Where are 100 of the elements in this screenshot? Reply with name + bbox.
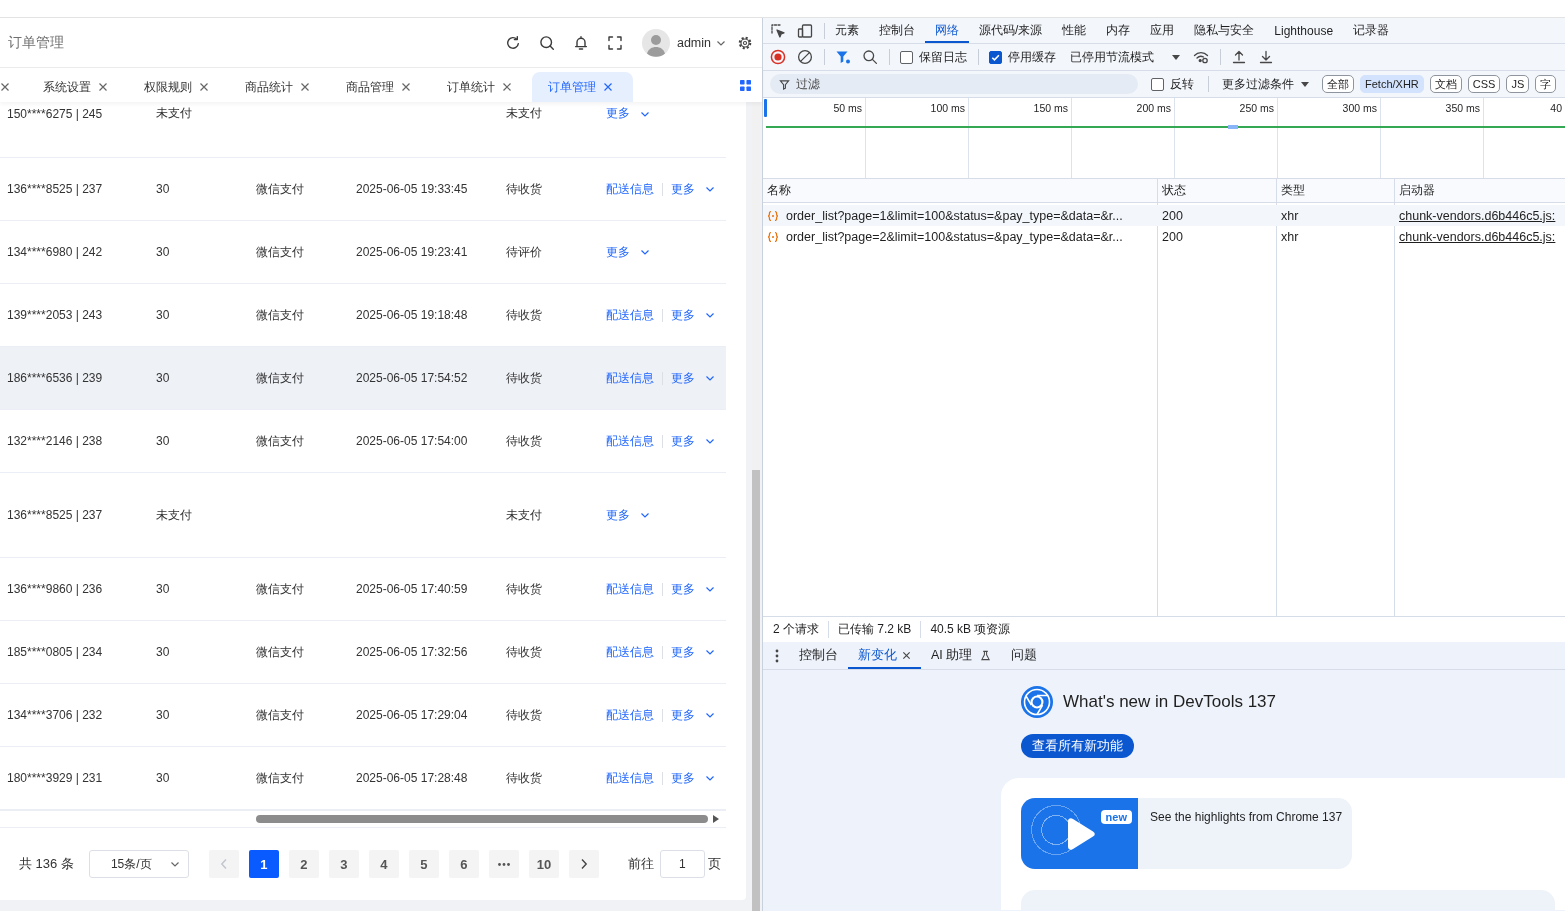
delivery-info-link[interactable]: 配送信息 — [606, 369, 654, 387]
panel-tab[interactable]: 记录器 — [1343, 18, 1400, 43]
video-item[interactable]: new See the highlights from Chrome 137 — [1021, 798, 1352, 869]
avatar-icon[interactable] — [641, 28, 670, 57]
type-filter-chip[interactable]: CSS — [1467, 75, 1501, 93]
panel-tab[interactable]: 源代码/来源 — [969, 18, 1053, 43]
upload-icon[interactable] — [1231, 49, 1247, 65]
initiator-link[interactable]: chunk-vendors.d6b446c5.js: — [1399, 229, 1556, 244]
request-row[interactable]: order_list?page=1&limit=100&status=&pay_type=&data=&r... 200 xhr chunk-vendors.d6b446c5.js: — [763, 205, 1565, 226]
page-button[interactable]: 2 — [288, 850, 319, 878]
filter-input[interactable]: 过滤 — [770, 74, 1138, 94]
more-dropdown[interactable]: 更多 — [606, 506, 650, 524]
page-tab[interactable]: 订单管理 — [532, 72, 633, 102]
close-icon[interactable] — [401, 82, 411, 92]
page-tab[interactable]: 商品管理 — [330, 72, 431, 102]
page-tab[interactable]: 订单统计 — [431, 72, 532, 102]
close-icon[interactable] — [0, 82, 10, 92]
more-filters-dropdown[interactable]: 更多过滤条件 — [1222, 75, 1309, 93]
page-button[interactable]: 4 — [368, 850, 399, 878]
delivery-info-link[interactable]: 配送信息 — [606, 643, 654, 661]
delivery-info-link[interactable]: 配送信息 — [606, 580, 654, 598]
refresh-icon[interactable] — [504, 34, 521, 51]
drawer-tab[interactable]: 问题 — [1001, 642, 1048, 669]
panel-tab[interactable]: 内存 — [1096, 18, 1141, 43]
scrollbar-thumb[interactable] — [752, 470, 760, 911]
drawer-tab[interactable]: 控制台 — [789, 642, 848, 669]
type-filter-chip[interactable]: Fetch/XHR — [1360, 75, 1424, 93]
wifi-settings-icon[interactable] — [1193, 49, 1209, 65]
next-page-button[interactable] — [568, 850, 599, 878]
page-tab[interactable]: 系统设置 — [27, 72, 128, 102]
search-icon[interactable] — [862, 49, 878, 65]
block-icon[interactable] — [797, 49, 813, 65]
more-dropdown[interactable]: 更多 — [671, 769, 715, 787]
checkbox[interactable] — [1151, 77, 1164, 91]
request-row[interactable]: order_list?page=2&limit=100&status=&pay_type=&data=&r... 200 xhr chunk-vendors.d6b446c5.js: — [763, 226, 1565, 247]
column-header[interactable]: 名称 — [763, 179, 1158, 202]
type-filter-chip[interactable]: JS — [1506, 75, 1530, 93]
page-button[interactable]: 3 — [328, 850, 359, 878]
grid-icon[interactable] — [740, 80, 751, 91]
delivery-info-link[interactable]: 配送信息 — [606, 432, 654, 450]
scrollbar-thumb[interactable] — [256, 815, 708, 823]
more-dropdown[interactable]: 更多 — [606, 105, 650, 122]
horizontal-scrollbar[interactable] — [0, 810, 726, 828]
page-tab[interactable]: 商品统计 — [229, 72, 330, 102]
more-dropdown[interactable]: 更多 — [671, 643, 715, 661]
panel-tab[interactable]: 隐私与安全 — [1184, 18, 1265, 43]
more-dropdown[interactable]: 更多 — [671, 580, 715, 598]
throttling-select[interactable]: 已停用节流模式 — [1070, 48, 1180, 66]
delivery-info-link[interactable]: 配送信息 — [606, 180, 654, 198]
filter-icon[interactable] — [835, 49, 851, 65]
drawer-tab[interactable]: AI 助理 — [921, 642, 1002, 669]
more-dropdown[interactable]: 更多 — [671, 306, 715, 324]
fullscreen-icon[interactable] — [606, 34, 623, 51]
more-vertical-icon[interactable] — [775, 648, 779, 663]
range-handle[interactable] — [764, 99, 767, 117]
column-header[interactable]: 状态 — [1158, 179, 1277, 202]
bell-icon[interactable] — [572, 34, 589, 51]
checkbox[interactable] — [900, 50, 913, 64]
devices-icon[interactable] — [797, 22, 813, 39]
search-icon[interactable] — [538, 34, 555, 51]
type-filter-chip[interactable]: 字 — [1535, 75, 1557, 93]
page-button[interactable]: 6 — [448, 850, 479, 878]
delivery-info-link[interactable]: 配送信息 — [606, 769, 654, 787]
user-menu[interactable]: admin — [676, 35, 726, 50]
close-icon[interactable] — [300, 82, 310, 92]
page-button[interactable]: 5 — [408, 850, 439, 878]
cursor-select-icon[interactable] — [770, 22, 786, 39]
more-dropdown[interactable]: 更多 — [671, 432, 715, 450]
initiator-link[interactable]: chunk-vendors.d6b446c5.js: — [1399, 208, 1556, 223]
more-pages-button[interactable] — [488, 850, 519, 878]
close-icon[interactable] — [902, 651, 911, 660]
checkbox[interactable] — [989, 50, 1002, 64]
column-header[interactable]: 类型 — [1277, 179, 1395, 202]
page-tab[interactable]: 权限规则 — [128, 72, 229, 102]
vertical-scrollbar[interactable] — [752, 102, 760, 911]
panel-tab[interactable]: 性能 — [1052, 18, 1097, 43]
delivery-info-link[interactable]: 配送信息 — [606, 706, 654, 724]
arrow-right-icon[interactable] — [713, 815, 719, 823]
panel-tab[interactable]: 控制台 — [869, 18, 925, 43]
close-icon[interactable] — [98, 82, 108, 92]
page-button[interactable]: 10 — [528, 850, 559, 878]
close-icon[interactable] — [199, 82, 209, 92]
delivery-info-link[interactable]: 配送信息 — [606, 306, 654, 324]
panel-tab[interactable]: Lighthouse — [1264, 18, 1344, 43]
page-size-select[interactable]: 15条/页 — [88, 850, 189, 878]
more-dropdown[interactable]: 更多 — [671, 706, 715, 724]
close-icon[interactable] — [603, 82, 613, 92]
download-icon[interactable] — [1258, 49, 1274, 65]
whats-new-button[interactable]: 查看所有新功能 — [1021, 734, 1134, 758]
page-input[interactable]: 1 — [659, 850, 705, 878]
panel-tab[interactable]: 元素 — [825, 18, 869, 43]
more-dropdown[interactable]: 更多 — [671, 369, 715, 387]
type-filter-chip[interactable]: 文档 — [1429, 75, 1462, 93]
more-dropdown[interactable]: 更多 — [606, 243, 650, 261]
column-header[interactable]: 启动器 — [1395, 179, 1565, 202]
more-dropdown[interactable]: 更多 — [671, 180, 715, 198]
type-filter-chip[interactable]: 全部 — [1322, 75, 1354, 93]
settings-icon[interactable] — [738, 35, 752, 50]
record-icon[interactable] — [770, 49, 786, 65]
close-icon[interactable] — [502, 82, 512, 92]
